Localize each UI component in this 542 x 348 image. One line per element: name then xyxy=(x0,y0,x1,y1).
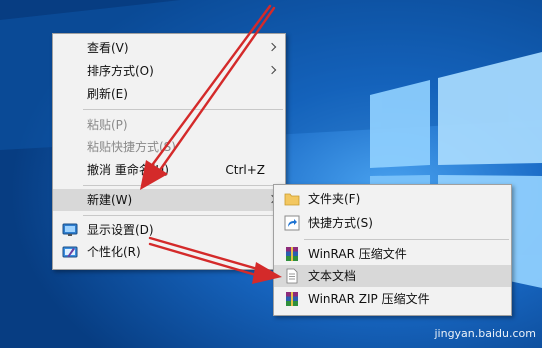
personalize-icon xyxy=(62,246,78,258)
display-settings-icon xyxy=(62,223,78,236)
menu-item-paste-shortcut-label: 粘贴快捷方式(S) xyxy=(87,140,176,154)
winrar-archive-icon xyxy=(286,247,298,261)
menu-item-paste[interactable]: 粘贴(P) xyxy=(53,114,285,136)
undo-shortcut-hint: Ctrl+Z xyxy=(225,163,265,177)
submenu-item-shortcut[interactable]: 快捷方式(S) xyxy=(274,212,511,234)
submenu-item-folder-label: 文件夹(F) xyxy=(308,192,361,206)
menu-separator xyxy=(83,185,283,186)
menu-item-sort-by-label: 排序方式(O) xyxy=(87,64,154,78)
menu-item-refresh-label: 刷新(E) xyxy=(87,87,128,101)
submenu-item-folder[interactable]: 文件夹(F) xyxy=(274,188,511,210)
chevron-right-icon xyxy=(267,65,277,75)
menu-item-display-settings-label: 显示设置(D) xyxy=(87,223,154,237)
text-document-icon xyxy=(286,268,298,284)
menu-item-display-settings[interactable]: 显示设置(D) xyxy=(53,219,285,241)
watermark-text: jingyan.baidu.com xyxy=(434,327,536,340)
chevron-right-icon xyxy=(267,42,277,52)
folder-icon xyxy=(284,193,300,206)
submenu-item-shortcut-label: 快捷方式(S) xyxy=(308,216,373,230)
submenu-item-winrar-zip[interactable]: WinRAR ZIP 压缩文件 xyxy=(274,288,511,310)
menu-item-undo-rename[interactable]: 撤消 重命名(U) Ctrl+Z xyxy=(53,159,285,181)
menu-item-view[interactable]: 查看(V) xyxy=(53,37,285,59)
submenu-item-text-document[interactable]: 文本文档 xyxy=(274,265,511,287)
shortcut-icon xyxy=(284,215,300,231)
menu-separator xyxy=(83,215,283,216)
desktop-context-menu: 查看(V) 排序方式(O) 刷新(E) 粘贴(P) 粘贴快捷方式(S) 撤消 重… xyxy=(52,33,286,270)
submenu-item-winrar-zip-label: WinRAR ZIP 压缩文件 xyxy=(308,292,430,306)
menu-item-new[interactable]: 新建(W) xyxy=(53,189,285,211)
menu-separator xyxy=(304,239,509,240)
winrar-zip-icon xyxy=(286,292,298,306)
menu-item-refresh[interactable]: 刷新(E) xyxy=(53,83,285,105)
menu-item-new-label: 新建(W) xyxy=(87,193,133,207)
submenu-item-winrar-archive[interactable]: WinRAR 压缩文件 xyxy=(274,243,511,265)
new-submenu: 文件夹(F) 快捷方式(S) WinRAR 压缩文件 文本文档 WinRAR Z… xyxy=(273,184,512,316)
menu-item-paste-label: 粘贴(P) xyxy=(87,118,128,132)
menu-separator xyxy=(83,109,283,110)
menu-item-personalize[interactable]: 个性化(R) xyxy=(53,241,285,263)
menu-item-sort-by[interactable]: 排序方式(O) xyxy=(53,60,285,82)
submenu-item-winrar-archive-label: WinRAR 压缩文件 xyxy=(308,247,407,261)
menu-item-view-label: 查看(V) xyxy=(87,41,129,55)
menu-item-undo-rename-label: 撤消 重命名(U) xyxy=(87,163,169,177)
submenu-item-text-document-label: 文本文档 xyxy=(308,269,357,283)
menu-item-paste-shortcut[interactable]: 粘贴快捷方式(S) xyxy=(53,136,285,158)
menu-item-personalize-label: 个性化(R) xyxy=(87,245,141,259)
